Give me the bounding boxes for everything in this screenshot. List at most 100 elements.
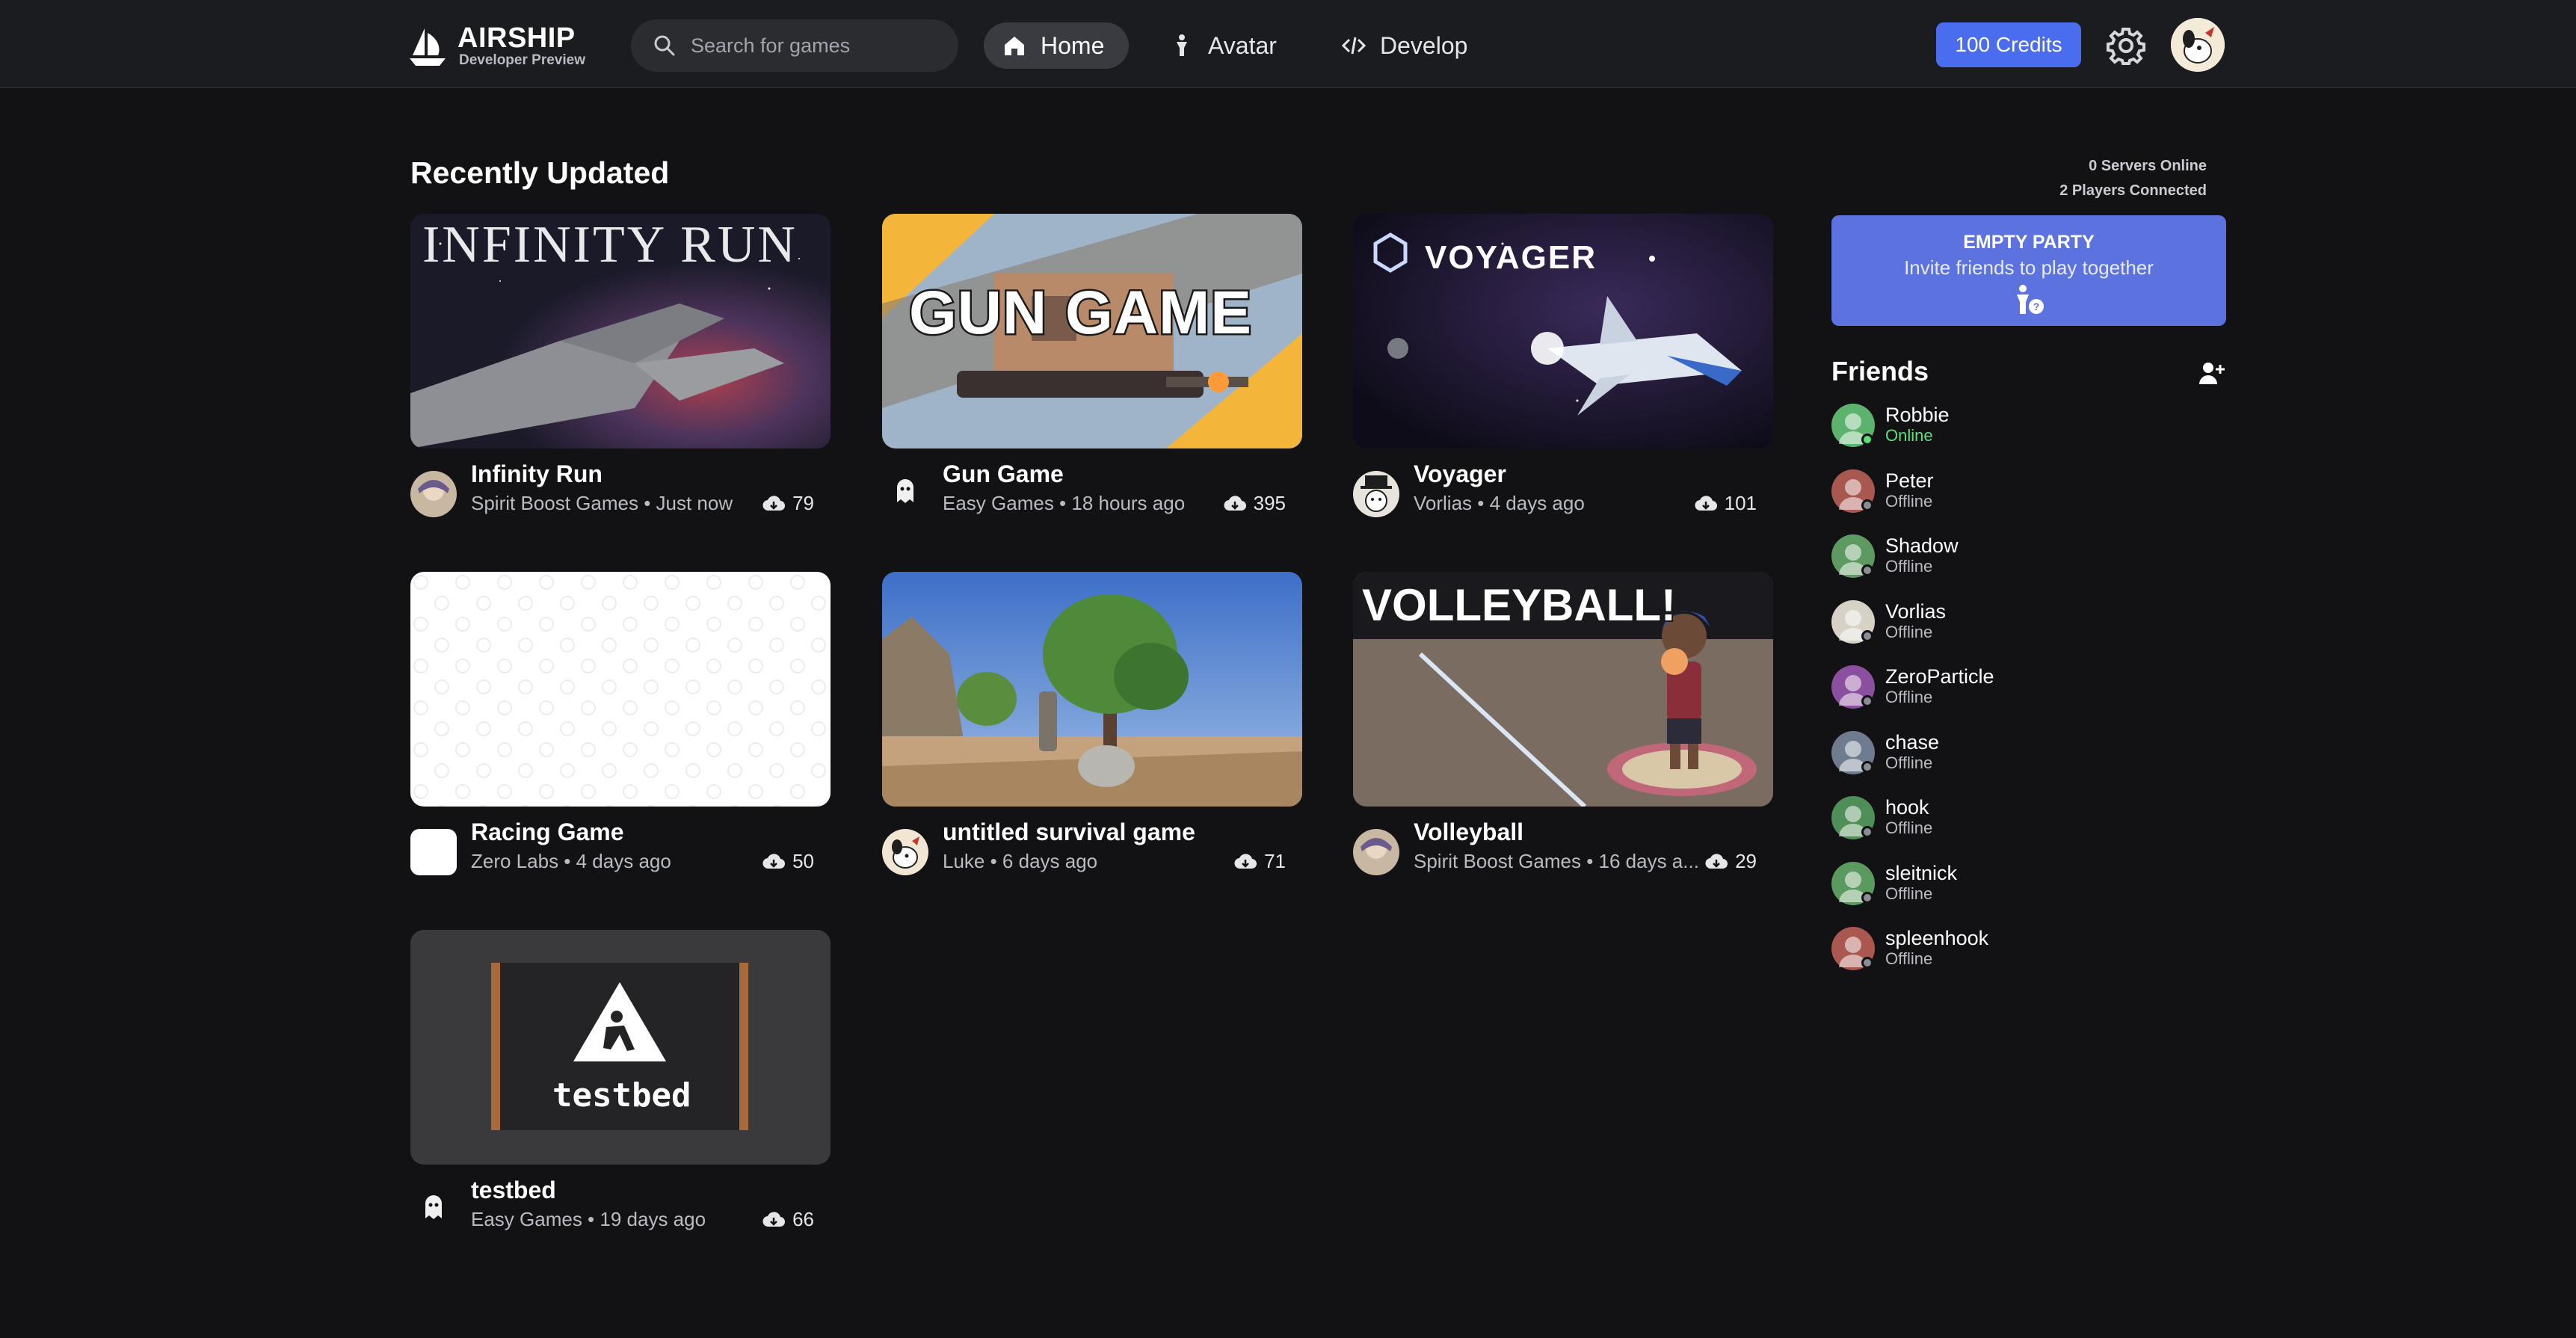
status-dot (1861, 695, 1873, 707)
person-icon (1177, 34, 1187, 56)
game-name[interactable]: untitled survival game (943, 818, 1195, 846)
status-dot (1861, 891, 1873, 904)
friend-name: ZeroParticle (1885, 665, 1994, 688)
download-count-value: 66 (792, 1208, 814, 1230)
cloud-download-icon (1234, 853, 1257, 869)
search-input[interactable] (691, 34, 937, 58)
download-count: 50 (762, 850, 814, 873)
ship-icon (410, 28, 446, 66)
friend-item[interactable]: ZeroParticle Offline (1831, 662, 2145, 712)
game-card[interactable]: VOLLEYBALL! Volleyball Spirit Boost Game… (1353, 572, 1773, 893)
friend-avatar (1831, 861, 1875, 905)
game-card[interactable]: VOYAGER Voyager Vorlias • 4 days ago 101 (1353, 214, 1773, 535)
download-count-value: 101 (1724, 492, 1757, 514)
friend-name: Shadow (1885, 534, 1959, 557)
game-meta: Easy Games • 19 days ago (471, 1208, 706, 1230)
game-thumbnail[interactable] (882, 572, 1302, 807)
friend-item[interactable]: Shadow Offline (1831, 531, 2145, 581)
status-dot (1861, 826, 1873, 838)
game-meta: Spirit Boost Games • Just now (471, 492, 733, 514)
thumbnail-title: INFINITY RUN (422, 216, 798, 274)
nav-develop-button[interactable]: Develop (1323, 22, 1485, 69)
profile-picture (2171, 18, 2225, 72)
friend-name: chase (1885, 730, 1940, 753)
game-name[interactable]: Voyager (1414, 460, 1506, 488)
friend-status: Offline (1885, 622, 1933, 641)
party-panel[interactable]: EMPTY PARTY Invite friends to play toget… (1831, 215, 2226, 326)
friend-status: Offline (1885, 688, 1933, 706)
creator-avatar (882, 829, 928, 875)
add-friend-icon[interactable] (2198, 360, 2225, 386)
logo-subtitle: Developer Preview (459, 52, 585, 68)
airship-logo[interactable]: AIRSHIP Developer Preview (408, 22, 595, 72)
download-count-value: 29 (1735, 850, 1757, 872)
invite-person-icon: ? (2017, 285, 2044, 314)
server-stats: 0 Servers Online 2 Players Connected (1944, 154, 2207, 203)
game-name[interactable]: Gun Game (943, 460, 1064, 488)
status-dot (1861, 564, 1873, 576)
friend-name: Peter (1885, 469, 1934, 492)
friend-item[interactable]: spleenhook Offline (1831, 924, 2145, 973)
gear-icon[interactable] (2107, 26, 2145, 65)
game-thumbnail[interactable]: GUN GAME (882, 214, 1302, 448)
cloud-download-icon (1695, 495, 1717, 511)
friend-name: Vorlias (1885, 599, 1947, 623)
download-count: 66 (762, 1208, 814, 1231)
game-name[interactable]: Volleyball (1414, 818, 1523, 846)
game-thumbnail[interactable]: testbed (410, 930, 831, 1165)
friend-status: Offline (1885, 949, 1933, 968)
game-name[interactable]: Infinity Run (471, 460, 603, 488)
game-name[interactable]: testbed (471, 1177, 556, 1204)
game-name[interactable]: Racing Game (471, 818, 624, 846)
friend-item[interactable]: hook Offline (1831, 793, 2145, 842)
game-card[interactable]: GUN GAME Gun Game Easy Games • 18 hours … (882, 214, 1302, 535)
friend-avatar (1831, 665, 1875, 709)
friend-item[interactable]: sleitnick Offline (1831, 859, 2145, 908)
game-meta: Zero Labs • 4 days ago (471, 850, 671, 872)
credits-button[interactable]: 100 Credits (1936, 22, 2081, 67)
cloud-download-icon (762, 1211, 786, 1227)
game-thumbnail[interactable]: VOLLEYBALL! (1353, 572, 1773, 807)
friend-item[interactable]: Vorlias Offline (1831, 597, 2145, 647)
friend-avatar (1831, 469, 1875, 513)
game-thumbnail[interactable] (410, 572, 831, 807)
game-card[interactable]: Racing Game Zero Labs • 4 days ago 50 (410, 572, 831, 893)
status-dot (1861, 434, 1873, 446)
friend-name: spleenhook (1885, 927, 1989, 949)
creator-avatar (1353, 829, 1399, 875)
nav-avatar-label: Avatar (1208, 31, 1277, 59)
download-count-value: 79 (792, 492, 814, 514)
download-count: 71 (1234, 850, 1286, 873)
creator-avatar (410, 1187, 457, 1233)
game-card[interactable]: INFINITY RUN Infinity Run Spirit Boost G… (410, 214, 831, 535)
game-thumbnail[interactable]: VOYAGER (1353, 214, 1773, 448)
game-card[interactable]: untitled survival game Luke • 6 days ago… (882, 572, 1302, 893)
download-count: 101 (1695, 492, 1757, 515)
friend-item[interactable]: Robbie Online (1831, 401, 2145, 450)
creator-avatar (882, 471, 928, 517)
friend-item[interactable]: chase Offline (1831, 728, 2145, 777)
friend-avatar (1831, 927, 1875, 970)
search-bar[interactable] (631, 19, 958, 72)
nav-home-label: Home (1041, 31, 1105, 59)
creator-avatar (410, 471, 457, 517)
status-dot (1861, 957, 1873, 969)
svg-text:?: ? (2033, 300, 2040, 312)
friend-avatar (1831, 404, 1875, 447)
friend-status: Offline (1885, 491, 1933, 511)
servers-online: 0 Servers Online (2089, 158, 2207, 174)
friend-status: Offline (1885, 753, 1933, 772)
friend-status: Offline (1885, 818, 1933, 837)
friends-title: Friends (1831, 356, 1929, 386)
status-dot (1861, 760, 1873, 773)
friend-name: hook (1885, 796, 1929, 818)
thumbnail-title: VOLLEYBALL! (1361, 579, 1677, 632)
friend-item[interactable]: Peter Offline (1831, 466, 2145, 516)
game-card[interactable]: testbed testbed Easy Games • 19 days ago… (410, 930, 831, 1251)
game-thumbnail[interactable]: INFINITY RUN (410, 214, 831, 448)
friend-status: Offline (1885, 557, 1933, 576)
logo-title: AIRSHIP (457, 22, 576, 54)
nav-avatar-button[interactable]: Avatar (1151, 22, 1295, 69)
nav-home-button[interactable]: Home (984, 22, 1129, 69)
profile-avatar[interactable] (2171, 18, 2225, 72)
